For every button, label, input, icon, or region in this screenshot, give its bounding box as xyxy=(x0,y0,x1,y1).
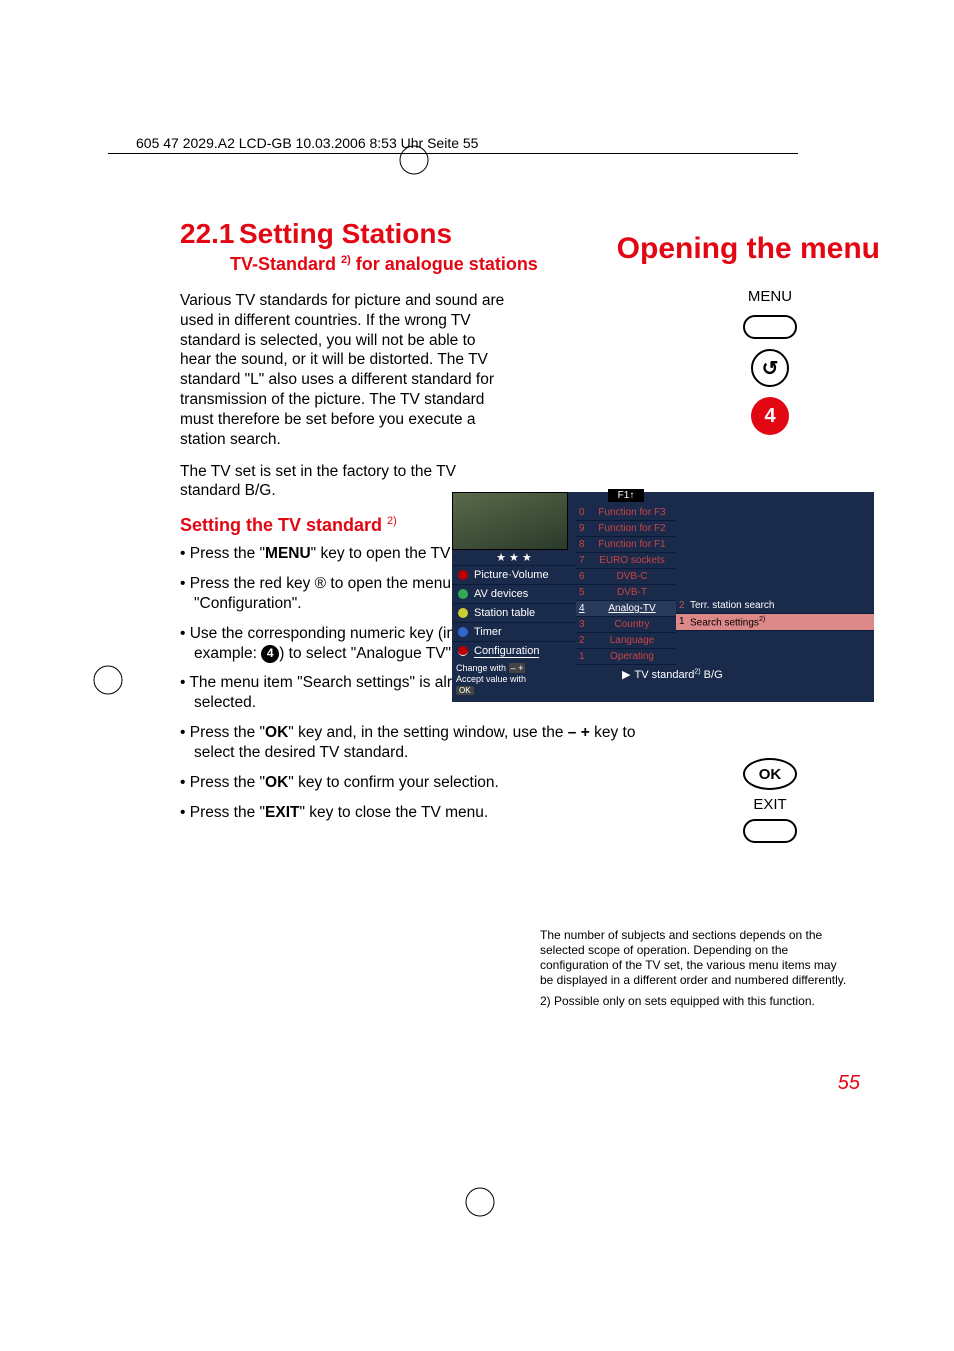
numeric-4-key-icon: 4 xyxy=(751,397,789,435)
sidebar-item: Timer xyxy=(452,622,576,641)
footnote-text-2: 2) Possible only on sets equipped with t… xyxy=(540,994,850,1009)
mid-item: 8Function for F1 xyxy=(576,537,676,553)
tv-menu-screenshot: ★ ★ ★ Picture·Volume AV devices Station … xyxy=(452,492,874,702)
blue-dot-icon xyxy=(458,627,468,637)
yellow-dot-icon xyxy=(458,608,468,618)
instruction-list-bottom: Press the "OK" key and, in the setting w… xyxy=(180,723,680,822)
exit-key-icon xyxy=(743,819,797,843)
content-area: 22.1 Setting Stations TV-Standard 2) for… xyxy=(180,218,880,832)
opening-menu-title: Opening the menu xyxy=(617,232,880,266)
red-dot-icon xyxy=(458,646,468,656)
mid-item: 7EURO sockets xyxy=(576,553,676,569)
footnote-text-1: The number of subjects and sections depe… xyxy=(540,928,850,988)
exit-key-label: EXIT xyxy=(753,796,786,813)
mid-item: 2Language xyxy=(576,633,676,649)
page-number: 55 xyxy=(838,1072,860,1095)
tv-thumbnail xyxy=(452,492,568,550)
mid-item: 6DVB-C xyxy=(576,569,676,585)
triangle-icon: ▶ xyxy=(622,669,630,681)
mid-item: 9Function for F2 xyxy=(576,521,676,537)
mid-item: 1Operating xyxy=(576,649,676,665)
print-header: 605 47 2029.A2 LCD-GB 10.03.2006 8:53 Uh… xyxy=(136,135,478,151)
remote-sequence: MENU ↺ 4 xyxy=(700,288,840,435)
instruction-item: Press the "OK" key and, in the setting w… xyxy=(180,723,680,763)
f1-tab: F1↑ xyxy=(608,489,644,502)
tv-menu-right-column: 2Terr. station search 1Search settings2) xyxy=(676,598,874,631)
section-title: Setting Stations xyxy=(239,218,452,249)
red-dot-icon xyxy=(458,570,468,580)
header-rule xyxy=(108,153,798,154)
tv-menu-middle-column: F1↑ 0Function for F3 9Function for F2 8F… xyxy=(576,492,676,665)
tv-menu-sidebar: ★ ★ ★ Picture·Volume AV devices Station … xyxy=(452,492,576,698)
section-number: 22.1 xyxy=(180,218,235,249)
ok-key-icon: OK xyxy=(743,758,797,790)
page: 605 47 2029.A2 LCD-GB 10.03.2006 8:53 Uh… xyxy=(0,0,954,1351)
ok-exit-sequence: OK EXIT xyxy=(700,758,840,843)
sidebar-help-text: Change with – + Accept value with OK xyxy=(452,660,576,698)
sidebar-item-configuration: Configuration xyxy=(452,641,576,660)
intro-paragraph-1: Various TV standards for picture and sou… xyxy=(180,291,510,450)
stars-row: ★ ★ ★ xyxy=(452,550,576,565)
mid-item: 3Country xyxy=(576,617,676,633)
instruction-item: Press the "OK" key to confirm your selec… xyxy=(180,773,680,793)
instruction-item: Press the "EXIT" key to close the TV men… xyxy=(180,803,680,823)
menu-key-label: MENU xyxy=(748,288,792,305)
footnote-block: The number of subjects and sections depe… xyxy=(540,928,850,1015)
tv-standard-value-line: ▶TV standard2) B/G xyxy=(622,668,723,681)
sidebar-item: Station table xyxy=(452,603,576,622)
right-item-search-settings: 1Search settings2) xyxy=(676,614,874,631)
mid-item: 5DVB-T xyxy=(576,585,676,601)
menu-key-icon xyxy=(743,315,797,339)
numeric-key-icon: 4 xyxy=(261,645,279,663)
green-dot-icon xyxy=(458,589,468,599)
sidebar-item: AV devices xyxy=(452,584,576,603)
right-item: 2Terr. station search xyxy=(676,598,874,614)
mid-item: 0Function for F3 xyxy=(576,505,676,521)
back-key-icon: ↺ xyxy=(751,349,789,387)
mid-item-analog-tv: 4Analog-TV xyxy=(576,601,676,617)
sidebar-item: Picture·Volume xyxy=(452,565,576,584)
